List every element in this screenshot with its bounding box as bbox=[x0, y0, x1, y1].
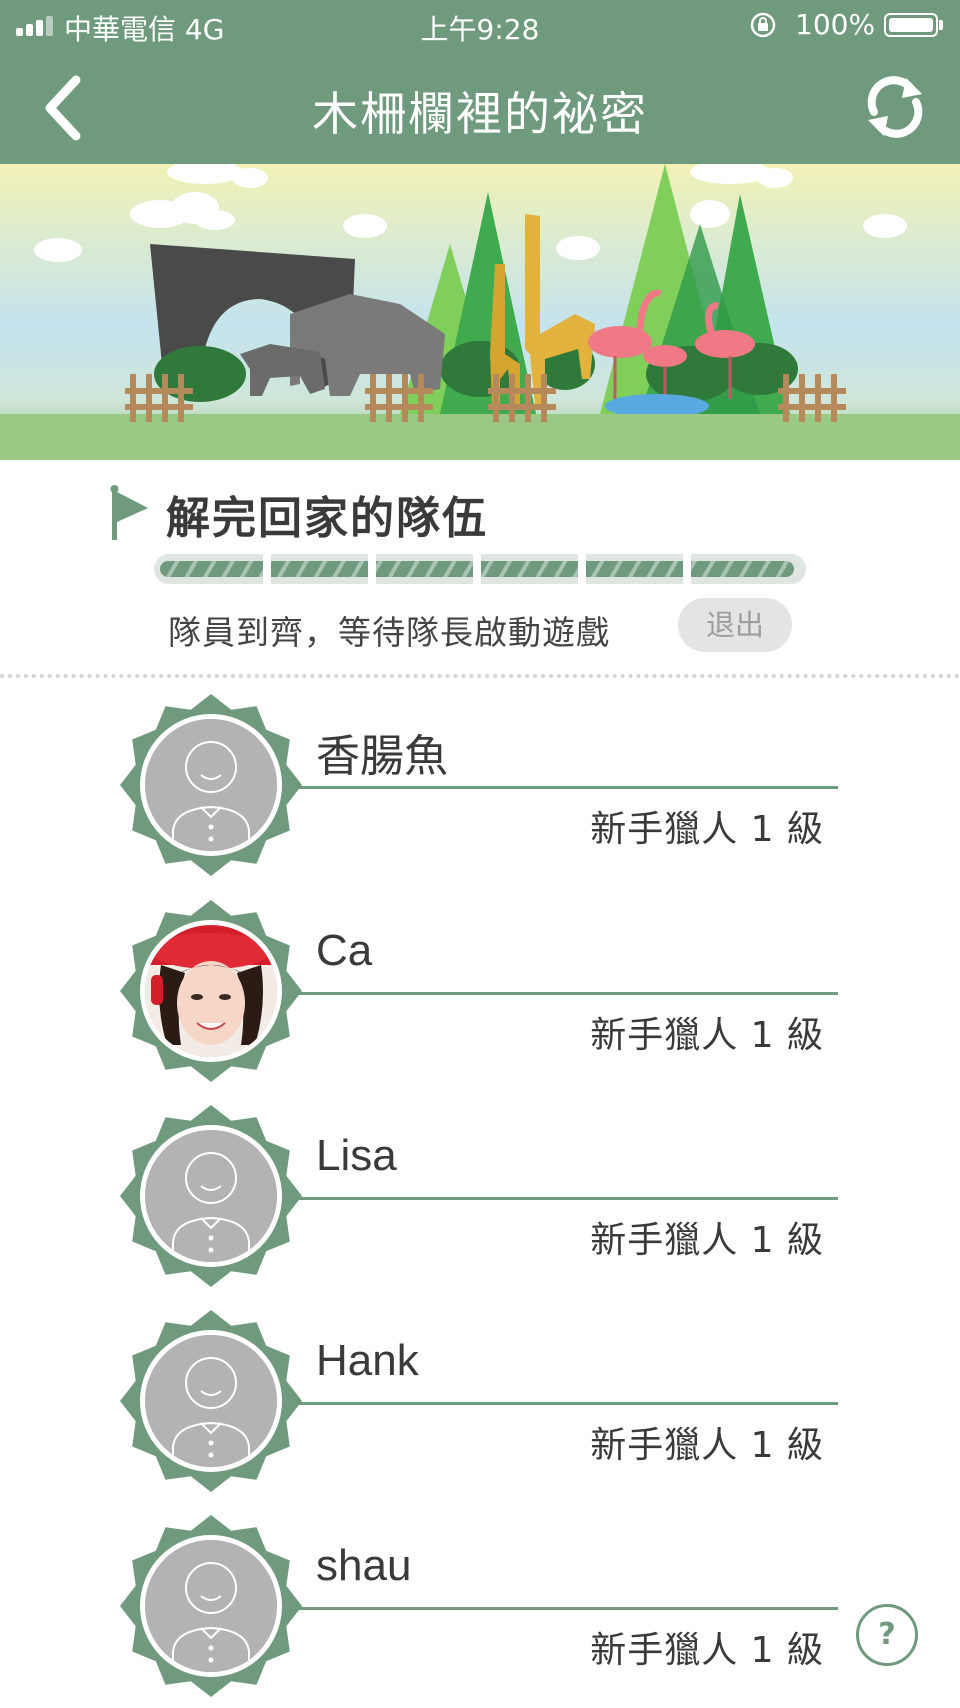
team-progress-bar bbox=[154, 554, 806, 584]
member-name: Lisa bbox=[316, 1131, 397, 1180]
battery-icon bbox=[884, 13, 938, 37]
page-title: 木柵欄裡的祕密 bbox=[312, 87, 648, 141]
member-row: 香腸魚新手獵人 1 級 bbox=[0, 694, 960, 884]
member-level: 新手獵人 1 級 bbox=[590, 1220, 824, 1261]
mission-title: 解完回家的隊伍 bbox=[166, 493, 488, 544]
member-name: 香腸魚 bbox=[316, 732, 448, 781]
flag-icon bbox=[110, 485, 148, 540]
dotted-divider bbox=[0, 674, 960, 678]
member-divider bbox=[290, 786, 838, 789]
exit-button[interactable]: 退出 bbox=[678, 598, 792, 652]
member-name: Ca bbox=[316, 926, 373, 975]
default-avatar-icon[interactable] bbox=[140, 1330, 282, 1472]
member-row: shau 新手獵人 1 級 bbox=[0, 1515, 960, 1705]
member-name: Hank bbox=[316, 1336, 419, 1385]
default-avatar-icon[interactable] bbox=[140, 714, 282, 856]
member-level: 新手獵人 1 級 bbox=[590, 809, 824, 850]
waiting-status: 隊員到齊，等待隊長啟動遊戲 bbox=[168, 613, 610, 652]
member-level: 新手獵人 1 級 bbox=[590, 1630, 824, 1671]
refresh-button[interactable] bbox=[862, 74, 928, 140]
member-row: Lisa 新手獵人 1 級 bbox=[0, 1105, 960, 1295]
member-row: Hank 新手獵人 1 級 bbox=[0, 1310, 960, 1500]
member-photo-avatar[interactable] bbox=[140, 920, 282, 1062]
member-divider bbox=[290, 1197, 838, 1200]
zoo-banner-illustration bbox=[0, 164, 960, 460]
member-level: 新手獵人 1 級 bbox=[590, 1015, 824, 1056]
battery-percent: 100% bbox=[795, 8, 876, 41]
mission-panel: 解完回家的隊伍 隊員到齊，等待隊長啟動遊戲 退出 bbox=[0, 460, 960, 680]
rotation-lock-icon bbox=[750, 12, 776, 38]
member-row: Ca 新手獵人 1 級 bbox=[0, 900, 960, 1090]
nav-bar: 木柵欄裡的祕密 bbox=[0, 52, 960, 164]
member-level: 新手獵人 1 級 bbox=[590, 1425, 824, 1466]
member-divider bbox=[290, 992, 838, 995]
default-avatar-icon[interactable] bbox=[140, 1125, 282, 1267]
member-divider bbox=[290, 1402, 838, 1405]
help-button[interactable]: ? bbox=[856, 1604, 918, 1666]
status-bar: 中華電信 4G 上午9:28 100% bbox=[0, 0, 960, 52]
default-avatar-icon[interactable] bbox=[140, 1535, 282, 1677]
member-divider bbox=[290, 1607, 838, 1610]
member-name: shau bbox=[316, 1541, 412, 1590]
